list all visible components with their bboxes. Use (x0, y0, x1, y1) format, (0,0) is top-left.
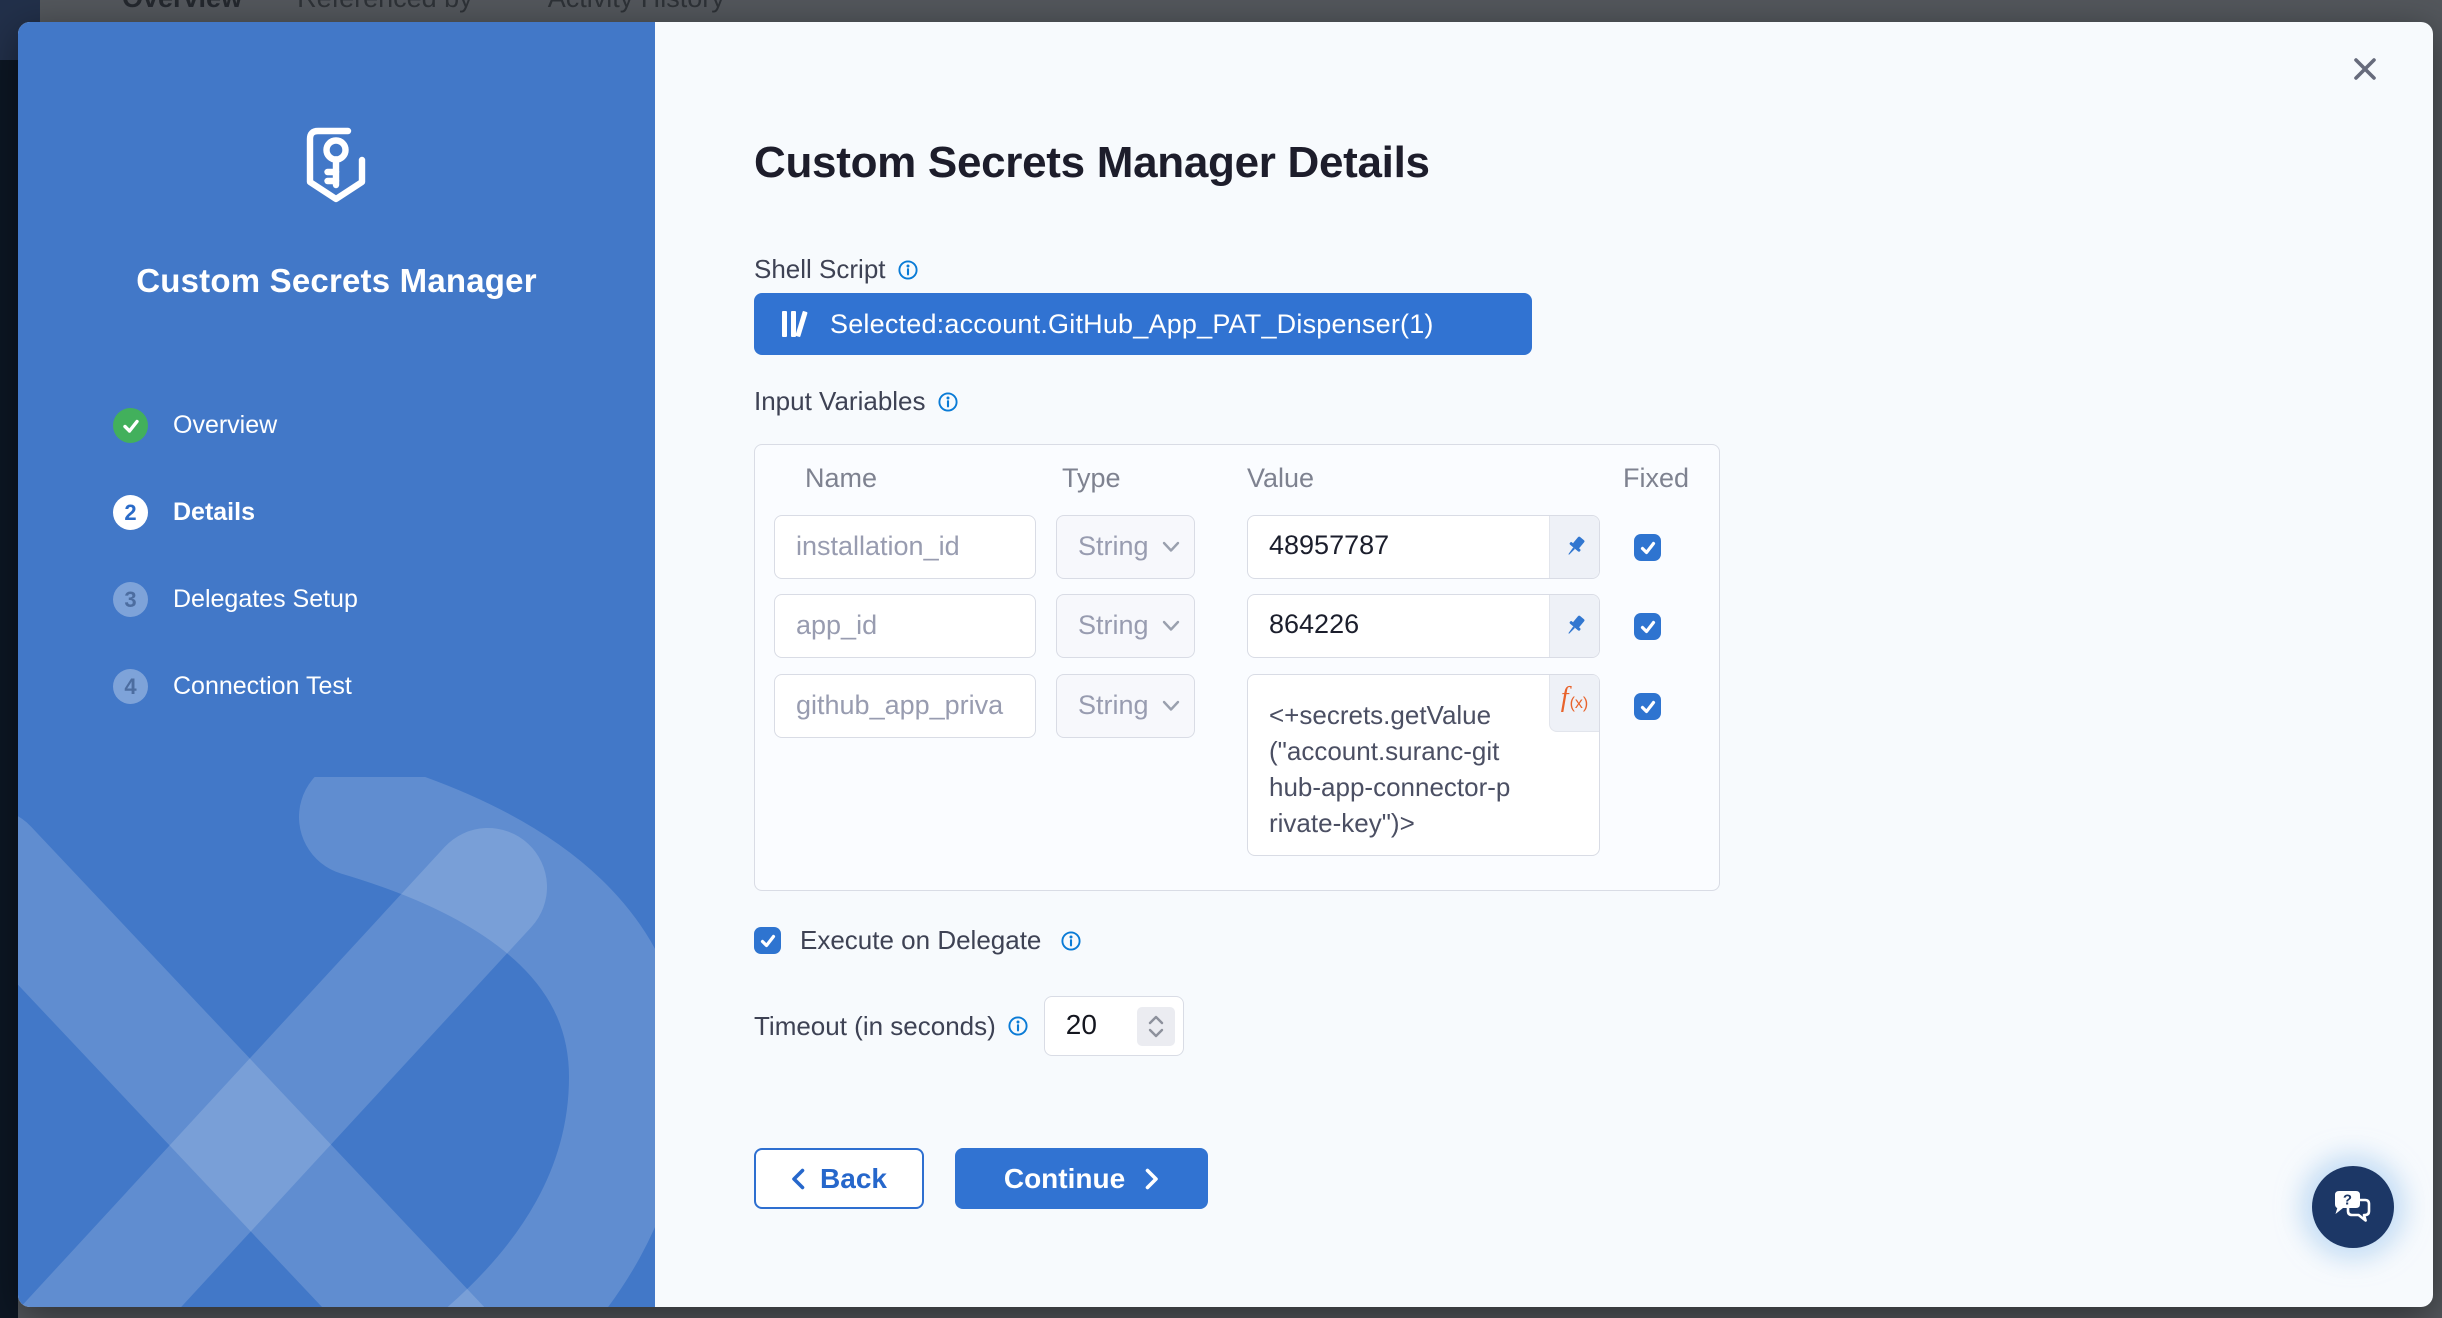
variable-value-input-group: 48957787 (1247, 515, 1600, 579)
variable-value-input-group: 864226 (1247, 594, 1600, 658)
variable-type-select[interactable]: String (1056, 515, 1195, 579)
table-row: installation_id String 48957787 (755, 515, 1719, 579)
fixed-checkbox[interactable] (1634, 534, 1661, 561)
step-number: 3 (113, 582, 148, 617)
column-header-name: Name (805, 463, 877, 494)
continue-button-label: Continue (1004, 1163, 1125, 1195)
variable-name-input[interactable]: github_app_priva (774, 674, 1036, 738)
expression-fx-button[interactable]: f(x) (1549, 675, 1599, 732)
info-icon[interactable] (1007, 1015, 1029, 1037)
type-select-value: String (1078, 690, 1149, 720)
variable-name-input[interactable]: installation_id (774, 515, 1036, 579)
execute-on-delegate-row: Execute on Delegate (754, 925, 1082, 956)
column-header-value: Value (1247, 463, 1314, 494)
info-icon[interactable] (1060, 930, 1082, 952)
fixed-value-pin-button[interactable] (1549, 516, 1599, 578)
chevron-down-icon (1148, 1028, 1164, 1038)
info-icon[interactable] (897, 259, 919, 281)
chevron-down-icon (1162, 541, 1180, 553)
execute-on-delegate-label: Execute on Delegate (800, 925, 1041, 956)
step-details[interactable]: 2 Details (18, 495, 655, 530)
column-header-type: Type (1062, 463, 1121, 494)
expression-value-text: <+secrets.getValue("account.suranc-githu… (1248, 675, 1599, 855)
chat-help-icon: ? (2330, 1184, 2376, 1230)
step-number: 2 (113, 495, 148, 530)
table-row: github_app_priva String <+secrets.getVal… (755, 674, 1719, 856)
step-number: 4 (113, 669, 148, 704)
step-connection-test[interactable]: 4 Connection Test (18, 669, 655, 704)
details-panel: Custom Secrets Manager Details Shell Scr… (655, 22, 2433, 1307)
harness-logo-watermark (18, 777, 655, 1307)
fixed-checkbox[interactable] (1634, 693, 1661, 720)
chevron-right-icon (1145, 1168, 1159, 1190)
step-label: Connection Test (173, 672, 352, 701)
back-button[interactable]: Back (754, 1148, 924, 1209)
pin-icon (1561, 533, 1589, 561)
secrets-manager-shield-key-icon (298, 122, 374, 217)
wizard-sidebar: Custom Secrets Manager Overview 2 Detail… (18, 22, 655, 1307)
page-tabs: Overview Referenced by Activity History (122, 0, 725, 13)
variable-type-select[interactable]: String (1056, 674, 1195, 738)
variable-name-input[interactable]: app_id (774, 594, 1036, 658)
type-select-value: String (1078, 531, 1149, 561)
shell-script-label: Shell Script (754, 254, 886, 285)
type-select-value: String (1078, 610, 1149, 640)
page-title: Custom Secrets Manager Details (754, 138, 1430, 188)
fixed-checkbox[interactable] (1634, 613, 1661, 640)
input-variables-label: Input Variables (754, 386, 926, 417)
shell-script-label-row: Shell Script (754, 254, 919, 285)
wizard-nav-buttons: Back Continue (754, 1148, 1208, 1209)
custom-secrets-manager-modal: Custom Secrets Manager Overview 2 Detail… (18, 22, 2433, 1307)
wizard-title: Custom Secrets Manager (18, 262, 655, 300)
pin-icon (1561, 612, 1589, 640)
step-done-check-icon (113, 408, 148, 443)
timeout-row: Timeout (in seconds) 20 (754, 996, 1184, 1056)
left-nav-strip (0, 60, 18, 1318)
timeout-stepper[interactable] (1137, 1007, 1175, 1046)
column-header-fixed: Fixed (1623, 463, 1689, 494)
step-label: Details (173, 498, 255, 527)
continue-button[interactable]: Continue (955, 1148, 1208, 1209)
expression-icon: f (1561, 675, 1569, 721)
shell-script-selected-button[interactable]: Selected:account.GitHub_App_PAT_Dispense… (754, 293, 1532, 355)
variable-value-expression-input[interactable]: <+secrets.getValue("account.suranc-githu… (1247, 674, 1600, 856)
variable-value-input[interactable]: 48957787 (1248, 516, 1549, 578)
step-overview[interactable]: Overview (18, 408, 655, 443)
variable-value-input[interactable]: 864226 (1248, 595, 1549, 657)
chevron-down-icon (1162, 700, 1180, 712)
help-chat-button[interactable]: ? (2312, 1166, 2394, 1248)
check-icon (1639, 698, 1657, 716)
step-delegates-setup[interactable]: 3 Delegates Setup (18, 582, 655, 617)
check-icon (1639, 539, 1657, 557)
chevron-down-icon (1162, 620, 1180, 632)
wizard-steps: Overview 2 Details 3 Delegates Setup 4 C… (18, 408, 655, 756)
step-label: Delegates Setup (173, 585, 358, 614)
timeout-label: Timeout (in seconds) (754, 1011, 996, 1042)
back-button-label: Back (820, 1163, 887, 1195)
step-label: Overview (173, 411, 277, 440)
check-icon (759, 932, 777, 950)
template-library-icon (779, 308, 813, 340)
execute-on-delegate-checkbox[interactable] (754, 927, 781, 954)
tab-overview[interactable]: Overview (122, 0, 242, 13)
timeout-input[interactable]: 20 (1044, 996, 1184, 1056)
expression-icon-sub: (x) (1570, 675, 1589, 733)
chevron-up-icon (1148, 1015, 1164, 1025)
input-variables-table: Name Type Value Fixed installation_id St… (754, 444, 1720, 891)
chat-question-mark: ? (2343, 1192, 2352, 1209)
check-icon (1639, 618, 1657, 636)
tab-referenced-by[interactable]: Referenced by (297, 0, 473, 13)
chevron-left-icon (791, 1168, 805, 1190)
input-variables-label-row: Input Variables (754, 386, 959, 417)
variable-type-select[interactable]: String (1056, 594, 1195, 658)
fixed-value-pin-button[interactable] (1549, 595, 1599, 657)
info-icon[interactable] (937, 391, 959, 413)
shell-script-selected-text: Selected:account.GitHub_App_PAT_Dispense… (830, 309, 1434, 340)
close-icon[interactable] (2348, 52, 2382, 86)
tab-activity-history[interactable]: Activity History (548, 0, 725, 13)
table-row: app_id String 864226 (755, 594, 1719, 658)
